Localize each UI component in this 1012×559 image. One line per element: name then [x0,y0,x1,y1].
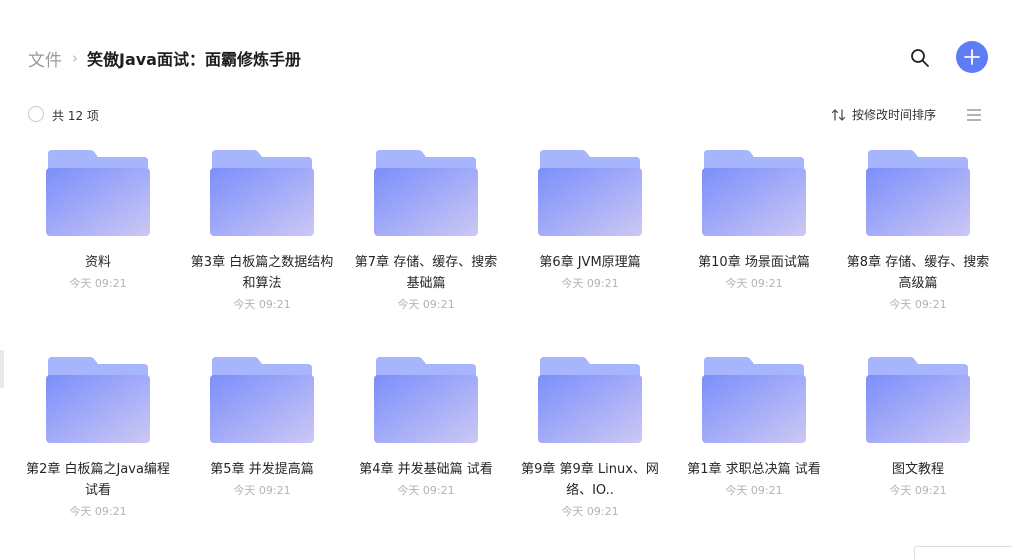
folder-modified-time: 今天 09:21 [561,505,619,518]
view-toggle-button[interactable] [966,107,982,121]
folder-icon [702,150,806,236]
folder-modified-time: 今天 09:21 [397,298,455,311]
folder-item[interactable]: 第6章 JVM原理篇 今天 09:21 [508,150,672,294]
folder-item[interactable]: 图文教程今天 09:21 [836,357,1000,501]
folder-item[interactable]: 第9章 第9章 Linux、网络、IO.. 今天 09:21 [508,357,672,522]
folder-modified-time: 今天 09:21 [725,277,783,290]
folder-name: 第7章 存储、缓存、搜索基础篇 [354,255,498,291]
folder-modified-time: 今天 09:21 [725,484,783,497]
list-toolbar: 共 12 项 按修改时间排序 [28,106,984,124]
folder-icon [702,357,806,443]
folder-modified-time: 今天 09:21 [233,298,291,311]
side-panel-handle[interactable] [0,350,4,388]
folder-name: 第4章 并发基础篇 试看 [359,462,493,477]
folder-modified-time: 今天 09:21 [889,484,947,497]
folder-modified-time: 今天 09:21 [397,484,455,497]
folder-modified-time: 今天 09:21 [69,505,127,518]
breadcrumb: 文件 › 笑傲Java面试：面霸修炼手册 [28,44,301,72]
folder-item[interactable]: 第2章 白板篇之Java编程 试看今天 09:21 [16,357,180,522]
folder-name: 第6章 JVM原理篇 [539,255,641,270]
folder-icon [538,150,642,236]
folder-modified-time: 今天 09:21 [69,277,127,290]
folder-icon [866,357,970,443]
folder-icon [374,357,478,443]
folder-icon [46,150,150,236]
folder-modified-time: 今天 09:21 [233,484,291,497]
folder-icon [46,357,150,443]
folder-icon [210,150,314,236]
select-all-checkbox[interactable] [28,106,44,122]
search-button[interactable] [908,46,932,70]
folder-item[interactable]: 第5章 并发提高篇 今天 09:21 [180,357,344,501]
add-button[interactable] [956,41,988,73]
folder-name: 资料 [84,255,111,270]
search-icon [911,49,929,67]
item-count: 共 12 项 [52,109,99,123]
folder-item[interactable]: 第4章 并发基础篇 试看 今天 09:21 [344,357,508,501]
folder-item[interactable]: 第8章 存储、缓存、搜索高级篇今天 09:21 [836,150,1000,315]
folder-modified-time: 今天 09:21 [889,298,947,311]
folder-icon [866,150,970,236]
folder-name: 第5章 并发提高篇 [210,462,314,477]
folder-item[interactable]: 资料今天 09:21 [16,150,180,294]
folder-icon [374,150,478,236]
folder-name: 第1章 求职总决篇 试看 [687,462,821,477]
folder-name: 第9章 第9章 Linux、网络、IO.. [521,462,659,498]
sort-button[interactable]: 按修改时间排序 [831,106,936,123]
folder-item[interactable]: 第1章 求职总决篇 试看 今天 09:21 [672,357,836,501]
folder-icon [210,357,314,443]
folder-name: 第10章 场景面试篇 [698,255,810,270]
folder-name: 第8章 存储、缓存、搜索高级篇 [846,255,990,291]
floating-widget-edge[interactable] [914,546,1012,559]
sort-arrows-icon [831,108,846,121]
sort-label: 按修改时间排序 [852,108,937,122]
folder-icon [538,357,642,443]
folder-name: 第2章 白板篇之Java编程 试看 [26,462,170,498]
breadcrumb-root-link[interactable]: 文件 [28,46,62,71]
page-title: 笑傲Java面试：面霸修炼手册 [87,50,301,69]
folder-name: 第3章 白板篇之数据结构和算法 [190,255,334,291]
folder-name: 图文教程 [891,462,944,477]
list-view-icon [967,109,981,121]
breadcrumb-separator: › [72,49,78,67]
folder-modified-time: 今天 09:21 [561,277,619,290]
folder-item[interactable]: 第3章 白板篇之数据结构和算法今天 09:21 [180,150,344,315]
folder-item[interactable]: 第7章 存储、缓存、搜索基础篇今天 09:21 [344,150,508,315]
plus-icon [964,49,980,65]
folder-item[interactable]: 第10章 场景面试篇 今天 09:21 [672,150,836,294]
